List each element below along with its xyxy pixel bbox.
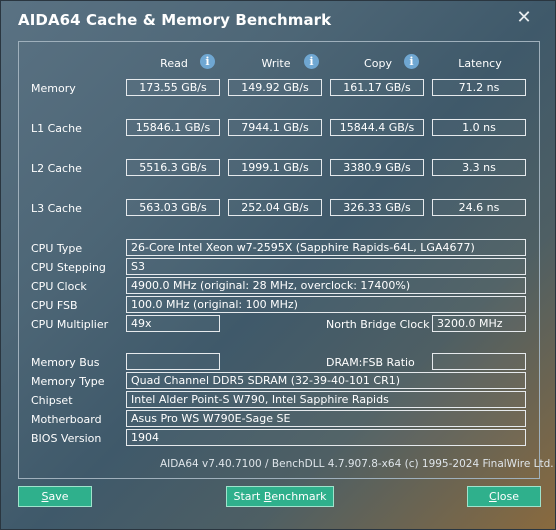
memory-bus-value xyxy=(126,353,220,370)
cpu-multiplier-label: CPU Multiplier xyxy=(31,318,109,331)
l1-read-value: 15846.1 GB/s xyxy=(126,119,220,136)
cpu-stepping-value: S3 xyxy=(126,258,526,275)
memory-write-value: 149.92 GB/s xyxy=(228,79,322,96)
cpu-clock-label: CPU Clock xyxy=(31,280,87,293)
header-read: Read xyxy=(160,57,188,70)
memory-type-value: Quad Channel DDR5 SDRAM (32-39-40-101 CR… xyxy=(126,372,526,389)
l3-read-value: 563.03 GB/s xyxy=(126,199,220,216)
cpu-fsb-label: CPU FSB xyxy=(31,299,78,312)
start-benchmark-button[interactable]: Start Benchmark xyxy=(226,486,334,507)
row-label-memory: Memory xyxy=(31,82,76,95)
header-write: Write xyxy=(261,57,291,70)
cpu-stepping-label: CPU Stepping xyxy=(31,261,106,274)
row-label-l1-cache: L1 Cache xyxy=(31,122,82,135)
l1-copy-value: 15844.4 GB/s xyxy=(330,119,424,136)
l3-write-value: 252.04 GB/s xyxy=(228,199,322,216)
close-button-label: lose xyxy=(496,490,519,503)
memory-bus-label: Memory Bus xyxy=(31,356,100,369)
cpu-type-label: CPU Type xyxy=(31,242,83,255)
dram-fsb-ratio-value xyxy=(432,353,526,370)
benchmark-window: AIDA64 Cache & Memory Benchmark ✕ Read i… xyxy=(0,0,556,530)
cpu-type-value: 26-Core Intel Xeon w7-2595X (Sapphire Ra… xyxy=(126,239,526,256)
l2-latency-value: 3.3 ns xyxy=(432,159,526,176)
memory-latency-value: 71.2 ns xyxy=(432,79,526,96)
version-info: AIDA64 v7.40.7100 / BenchDLL 4.7.907.8-x… xyxy=(160,458,554,470)
copy-info-icon[interactable]: i xyxy=(404,54,419,69)
write-info-icon[interactable]: i xyxy=(304,54,319,69)
l3-latency-value: 24.6 ns xyxy=(432,199,526,216)
bios-version-value: 1904 xyxy=(126,429,526,446)
l1-write-value: 7944.1 GB/s xyxy=(228,119,322,136)
cpu-clock-value: 4900.0 MHz (original: 28 MHz, overclock:… xyxy=(126,277,526,294)
l3-copy-value: 326.33 GB/s xyxy=(330,199,424,216)
save-button[interactable]: Save xyxy=(18,486,92,507)
l1-latency-value: 1.0 ns xyxy=(432,119,526,136)
bios-version-label: BIOS Version xyxy=(31,432,102,445)
close-button[interactable]: Close xyxy=(467,486,541,507)
memory-type-label: Memory Type xyxy=(31,375,105,388)
row-label-l3-cache: L3 Cache xyxy=(31,202,82,215)
dram-fsb-ratio-label: DRAM:FSB Ratio xyxy=(326,356,415,369)
north-bridge-clock-label: North Bridge Clock xyxy=(326,318,430,331)
motherboard-label: Motherboard xyxy=(31,413,102,426)
close-icon[interactable]: ✕ xyxy=(514,8,534,28)
cpu-fsb-value: 100.0 MHz (original: 100 MHz) xyxy=(126,296,526,313)
north-bridge-clock-value: 3200.0 MHz xyxy=(432,315,526,332)
memory-read-value: 173.55 GB/s xyxy=(126,79,220,96)
l2-read-value: 5516.3 GB/s xyxy=(126,159,220,176)
save-button-label: ave xyxy=(48,490,69,503)
start-benchmark-label-a: Start xyxy=(233,490,264,503)
motherboard-value: Asus Pro WS W790E-Sage SE xyxy=(126,410,526,427)
l2-write-value: 1999.1 GB/s xyxy=(228,159,322,176)
close-button-hotkey: C xyxy=(489,490,497,503)
memory-copy-value: 161.17 GB/s xyxy=(330,79,424,96)
cpu-multiplier-value: 49x xyxy=(126,315,220,332)
header-latency: Latency xyxy=(458,57,502,70)
read-info-icon[interactable]: i xyxy=(200,54,215,69)
start-benchmark-label-b: enchmark xyxy=(271,490,327,503)
chipset-label: Chipset xyxy=(31,394,73,407)
window-title: AIDA64 Cache & Memory Benchmark xyxy=(18,11,332,29)
l2-copy-value: 3380.9 GB/s xyxy=(330,159,424,176)
row-label-l2-cache: L2 Cache xyxy=(31,162,82,175)
chipset-value: Intel Alder Point-S W790, Intel Sapphire… xyxy=(126,391,526,408)
header-copy: Copy xyxy=(364,57,392,70)
